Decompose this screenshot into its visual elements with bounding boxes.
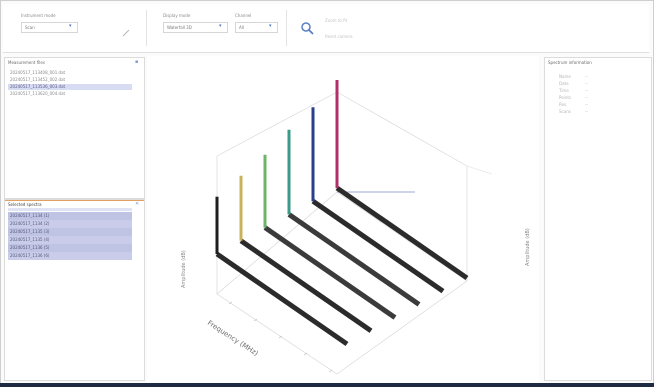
info-value: -- [585, 109, 588, 114]
panel-title: Spectrum information [548, 60, 592, 65]
info-key: Date [559, 81, 569, 86]
panel-title: Selected spectra [8, 202, 42, 207]
selected-spectra-panel: Selected spectra ✕ 20240517_1134 (1) 202… [4, 199, 145, 381]
chevron-down-icon[interactable]: ▾ [219, 22, 222, 31]
y-axis-label: Amplitude (dB) [181, 250, 187, 288]
display-mode-label: Display mode [163, 13, 191, 18]
info-value: -- [585, 95, 588, 100]
instrument-mode-label: Instrument mode [21, 13, 56, 18]
info-key: Scans [559, 109, 571, 114]
pencil-icon[interactable] [121, 28, 131, 38]
chevron-down-icon[interactable]: ▾ [269, 22, 272, 31]
info-value: -- [585, 102, 588, 107]
info-key: Name [559, 74, 571, 79]
zoom-to-fit-link[interactable]: Zoom to fit [325, 18, 347, 23]
list-item[interactable]: 20240517_113452_002.dat [8, 77, 65, 83]
table-row[interactable]: 20240517_1135 (3) [8, 228, 132, 236]
reset-camera-link[interactable]: Reset camera [325, 34, 353, 39]
list-item[interactable]: 20240517_113620_004.dat [8, 91, 65, 97]
info-value: -- [585, 88, 588, 93]
z-axis-label: Amplitude (dB) [525, 228, 531, 266]
info-value: -- [585, 74, 588, 79]
toolbar-divider [286, 10, 287, 46]
plot-viewport[interactable]: Frequency (MHz) Amplitude (dB) Amplitude (… [147, 56, 539, 387]
info-key: Time [559, 88, 569, 93]
info-value: -- [585, 81, 588, 86]
measurement-files-panel: Measurement files ▪ 20240517_113408_001.… [4, 57, 145, 199]
list-item[interactable]: 20240517_113408_001.dat [8, 70, 65, 76]
table-row[interactable]: 20240517_1136 (6) [8, 252, 132, 260]
spectra-header-bar [8, 208, 132, 211]
table-row[interactable]: 20240517_1136 (5) [8, 244, 132, 252]
panel-title: Measurement files [8, 60, 45, 65]
waterfall-3d-chart[interactable]: Frequency (MHz) Amplitude (dB) Amplitude (… [147, 56, 539, 387]
spectrum-information-panel: Spectrum information Name -- Date -- Tim… [544, 57, 652, 381]
axis-frame-line [216, 91, 338, 157]
info-key: Res. [559, 102, 568, 107]
app-window: Instrument mode Scan ▾ Display mode Wate… [0, 0, 654, 387]
pin-icon[interactable]: ▪ [135, 59, 138, 65]
x-tick [328, 369, 333, 373]
info-key: Points [559, 95, 572, 100]
spectra-list: 20240517_1134 (1) 20240517_1134 (2) 2024… [5, 212, 144, 272]
panel-accent [5, 200, 144, 201]
axis-frame-line [466, 165, 493, 175]
axis-frame-line [336, 91, 468, 167]
toolbar-divider [146, 10, 147, 46]
list-item-selected[interactable]: 20240517_113536_003.dat [8, 84, 132, 90]
axis-frame-line [336, 191, 468, 282]
magnifier-zoom-icon[interactable] [300, 21, 314, 35]
taskbar-edge [0, 383, 654, 387]
table-row[interactable]: 20240517_1134 (2) [8, 220, 132, 228]
x-axis-label: Frequency (MHz) [206, 319, 260, 358]
chevron-down-icon[interactable]: ▾ [69, 22, 72, 31]
channel-label: Channel [235, 13, 252, 18]
toolbar: Instrument mode Scan ▾ Display mode Wate… [3, 4, 649, 53]
table-row[interactable]: 20240517_1134 (1) [8, 212, 132, 220]
close-icon[interactable]: ✕ [135, 201, 139, 207]
table-row[interactable]: 20240517_1135 (4) [8, 236, 132, 244]
